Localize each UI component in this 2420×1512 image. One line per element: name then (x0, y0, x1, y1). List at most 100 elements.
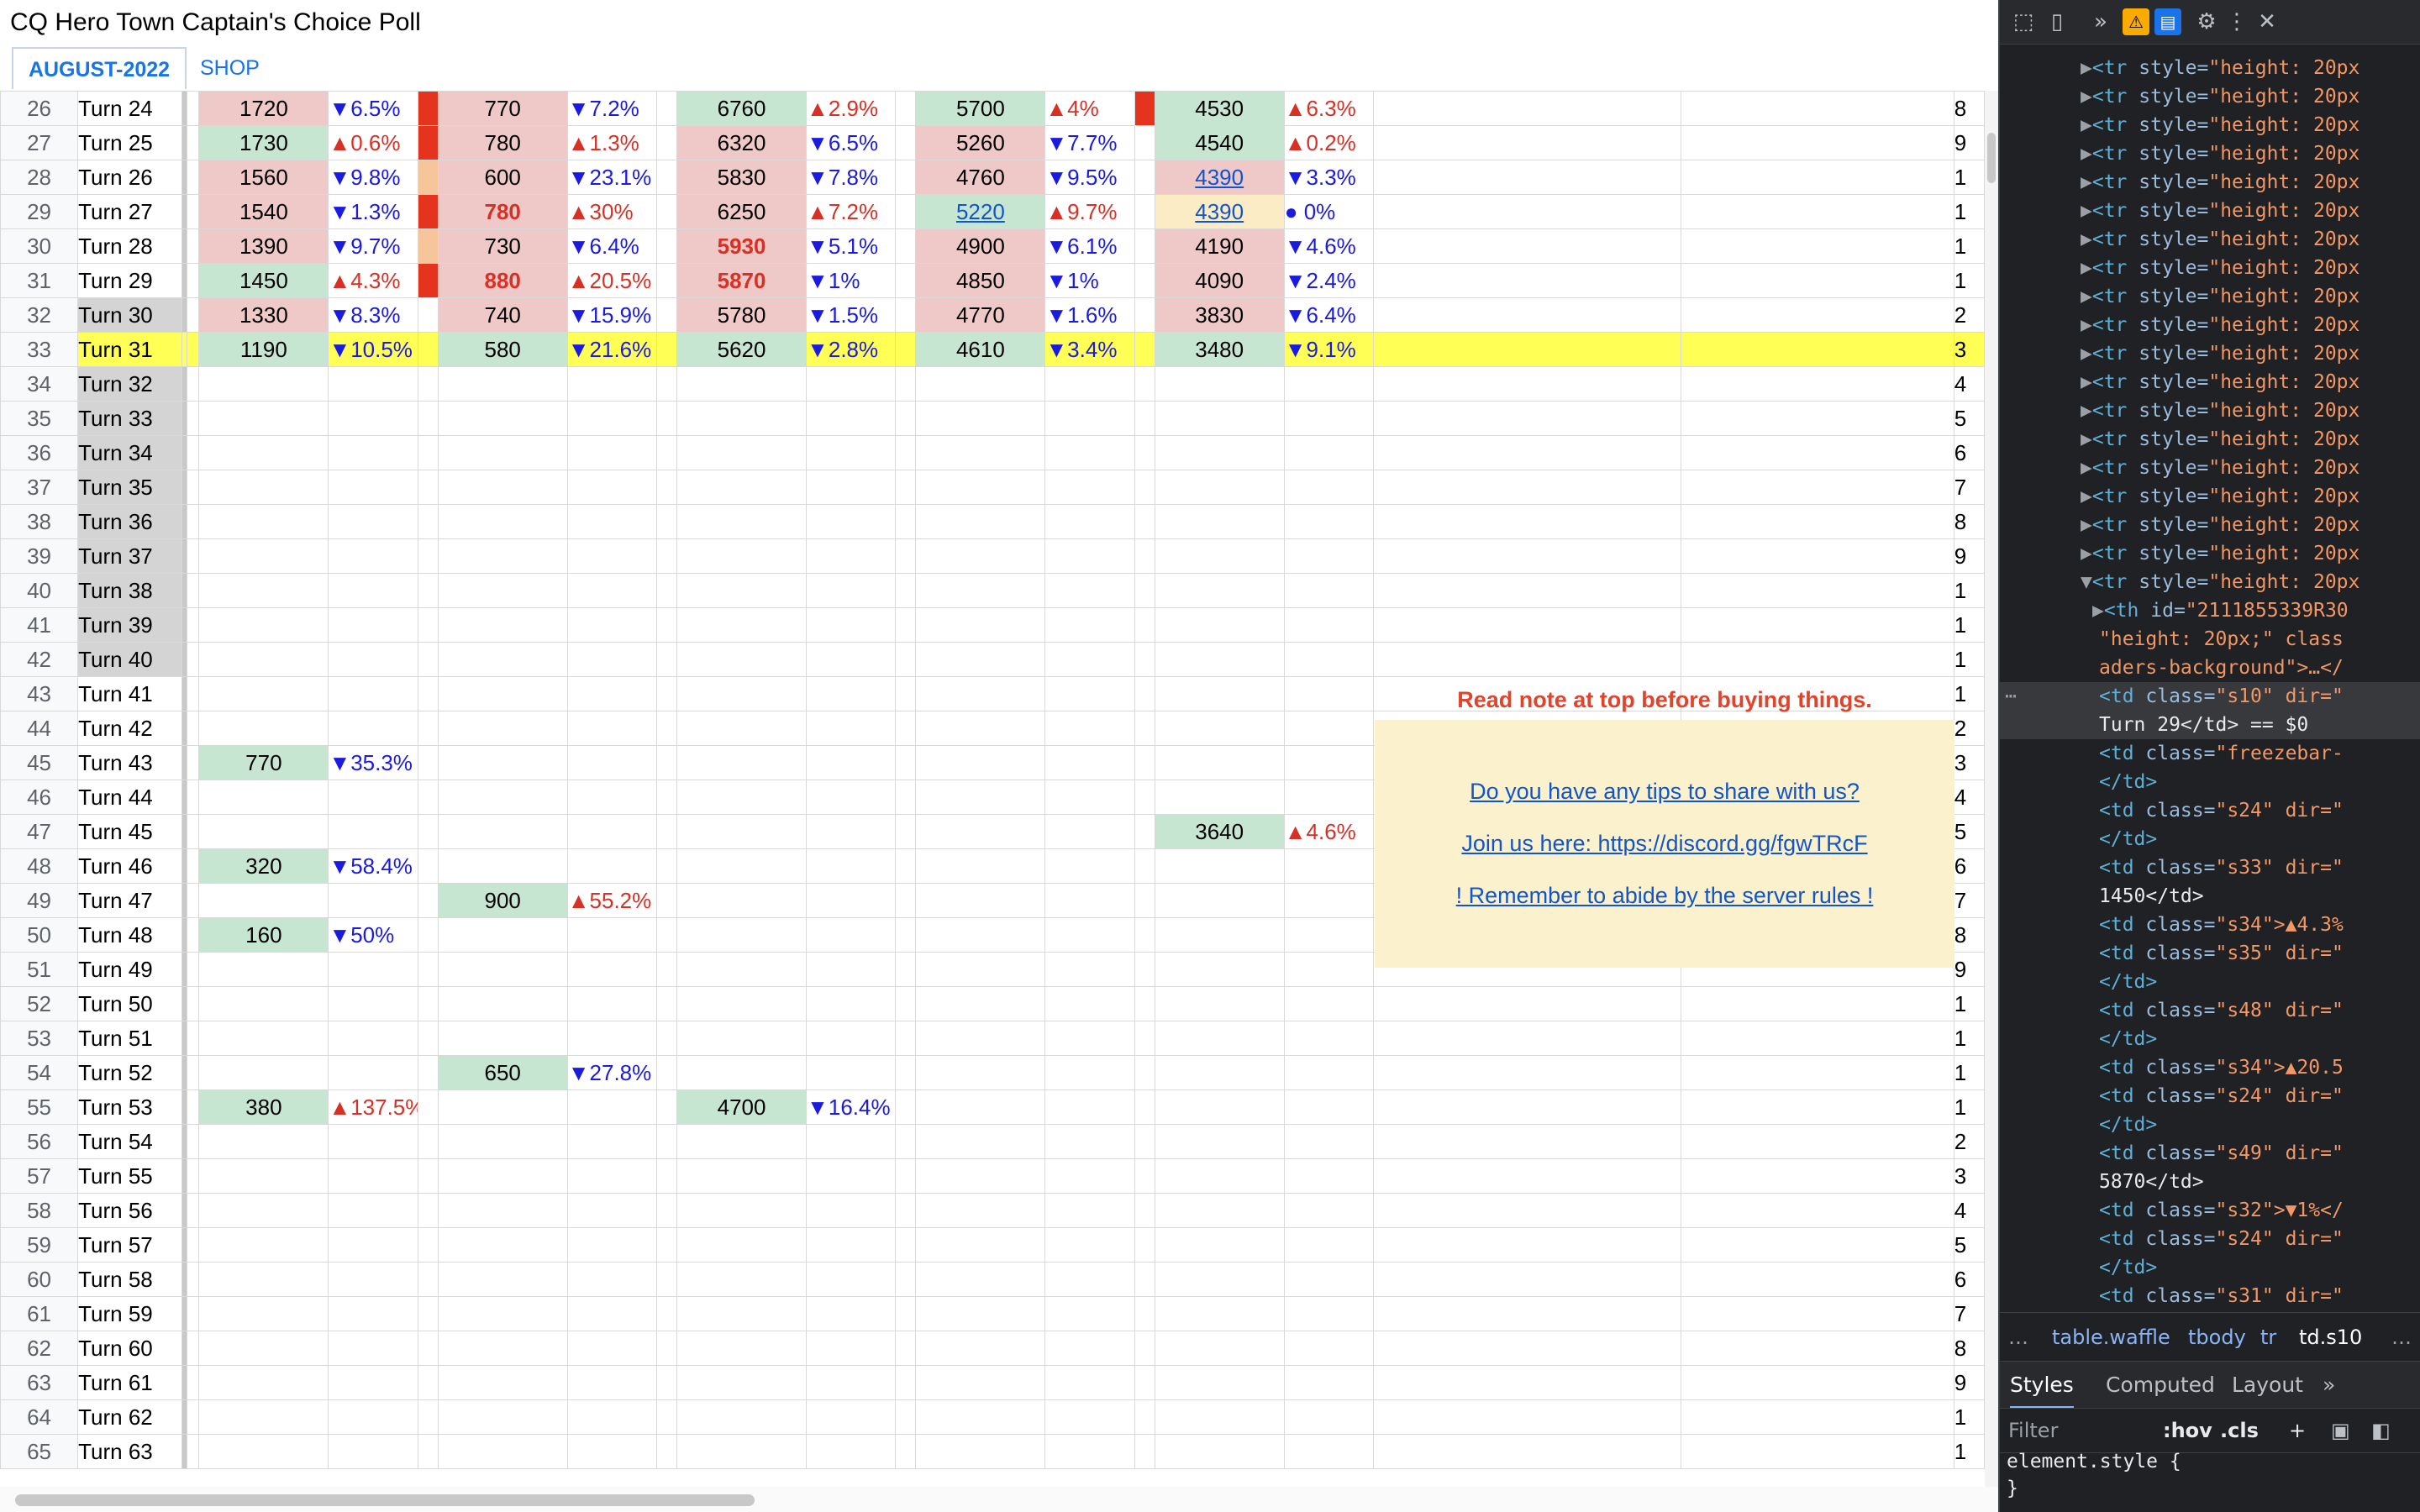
cell[interactable] (1372, 194, 1682, 229)
value-cell[interactable] (1154, 1193, 1285, 1228)
value-cell[interactable]: 780 (437, 194, 568, 229)
change-cell[interactable] (328, 952, 418, 987)
turn-cell[interactable]: Turn 25 (77, 125, 183, 160)
row-number[interactable]: 44 (0, 711, 79, 746)
turn-cell[interactable]: Turn 31 (77, 332, 183, 367)
tab-august-2022[interactable]: AUGUST-2022 (12, 47, 187, 89)
value-cell[interactable] (1154, 1089, 1285, 1125)
cell[interactable] (1372, 607, 1682, 643)
marker-cell[interactable] (417, 1021, 439, 1056)
marker-cell[interactable] (655, 538, 677, 574)
dom-node-line[interactable]: <td class="s33" dir=" (2000, 853, 2344, 882)
value-cell[interactable] (1154, 1021, 1285, 1056)
marker-cell[interactable] (417, 1124, 439, 1159)
truncated-cell[interactable]: 7 (1953, 470, 1985, 505)
cell[interactable] (1372, 1021, 1682, 1056)
row-number[interactable]: 35 (0, 401, 79, 436)
change-cell[interactable] (806, 504, 897, 539)
marker-cell[interactable] (895, 1089, 917, 1125)
turn-cell[interactable]: Turn 52 (77, 1055, 183, 1090)
value-cell[interactable] (1154, 435, 1285, 470)
change-cell[interactable] (806, 366, 897, 402)
marker-cell[interactable] (1134, 745, 1155, 780)
cell[interactable] (187, 642, 200, 677)
change-cell[interactable]: ▼4.6% (1283, 228, 1374, 264)
cell[interactable] (1681, 642, 1954, 677)
change-cell[interactable] (806, 1055, 897, 1090)
marker-cell[interactable] (655, 470, 677, 505)
change-cell[interactable] (1283, 1296, 1374, 1331)
marker-cell[interactable] (655, 917, 677, 953)
value-cell[interactable] (676, 435, 808, 470)
change-cell[interactable] (1283, 917, 1374, 953)
value-cell[interactable] (437, 573, 568, 608)
vertical-scroll-thumb[interactable] (1987, 133, 1996, 183)
cell[interactable] (1372, 125, 1682, 160)
change-cell[interactable] (1283, 1434, 1374, 1469)
cell[interactable] (187, 435, 200, 470)
value-cell[interactable]: 4540 (1154, 125, 1285, 160)
change-cell[interactable]: ▲137.5% (328, 1089, 418, 1125)
value-cell[interactable] (676, 917, 808, 953)
marker-cell[interactable] (895, 332, 917, 367)
change-cell[interactable] (1044, 1331, 1135, 1366)
marker-cell[interactable] (417, 332, 439, 367)
change-cell[interactable] (806, 917, 897, 953)
marker-cell[interactable] (1134, 573, 1155, 608)
change-cell[interactable] (566, 1365, 657, 1400)
marker-cell[interactable] (1134, 1055, 1155, 1090)
value-cell[interactable] (1154, 780, 1285, 815)
cell[interactable] (1372, 366, 1682, 402)
turn-cell[interactable]: Turn 42 (77, 711, 183, 746)
value-cell[interactable] (915, 1193, 1046, 1228)
change-cell[interactable]: ▼7.7% (1044, 125, 1135, 160)
value-cell[interactable] (198, 1331, 329, 1366)
marker-cell[interactable] (1134, 1089, 1155, 1125)
value-cell[interactable] (437, 814, 568, 849)
value-cell[interactable] (915, 1158, 1046, 1194)
row-number[interactable]: 50 (0, 917, 79, 953)
cell[interactable] (187, 780, 200, 815)
truncated-cell[interactable]: 1 (1953, 986, 1985, 1021)
value-cell[interactable] (198, 538, 329, 574)
marker-cell[interactable] (1134, 1399, 1155, 1435)
device-toolbar-icon[interactable]: ▯ (2044, 8, 2070, 35)
turn-cell[interactable]: Turn 60 (77, 1331, 183, 1366)
value-cell[interactable] (915, 848, 1046, 884)
change-cell[interactable] (328, 1021, 418, 1056)
change-cell[interactable] (1283, 401, 1374, 436)
value-cell[interactable] (1154, 676, 1285, 711)
row-number[interactable]: 27 (0, 125, 79, 160)
value-cell[interactable] (1154, 642, 1285, 677)
change-cell[interactable] (328, 538, 418, 574)
truncated-cell[interactable]: 1 (1953, 160, 1985, 195)
row-number[interactable]: 43 (0, 676, 79, 711)
change-cell[interactable]: ▲0.6% (328, 125, 418, 160)
cell[interactable] (1681, 1434, 1954, 1469)
change-cell[interactable] (1283, 986, 1374, 1021)
change-cell[interactable] (328, 435, 418, 470)
change-cell[interactable]: ▼7.2% (566, 91, 657, 126)
value-cell[interactable] (676, 366, 808, 402)
change-cell[interactable] (1283, 1021, 1374, 1056)
value-cell[interactable] (1154, 401, 1285, 436)
value-cell[interactable] (676, 780, 808, 815)
change-cell[interactable] (806, 573, 897, 608)
marker-cell[interactable] (417, 435, 439, 470)
change-cell[interactable] (806, 538, 897, 574)
change-cell[interactable]: ▲4.3% (328, 263, 418, 298)
value-cell[interactable] (1154, 1296, 1285, 1331)
value-cell[interactable] (915, 1434, 1046, 1469)
cell[interactable] (1372, 1434, 1682, 1469)
value-cell[interactable] (676, 1227, 808, 1263)
row-number[interactable]: 32 (0, 297, 79, 333)
value-cell[interactable]: 3480 (1154, 332, 1285, 367)
change-cell[interactable] (1283, 745, 1374, 780)
cell[interactable] (187, 711, 200, 746)
marker-cell[interactable] (655, 1227, 677, 1263)
truncated-cell[interactable]: 8 (1953, 917, 1985, 953)
change-cell[interactable] (566, 470, 657, 505)
change-cell[interactable] (566, 1124, 657, 1159)
turn-cell[interactable]: Turn 40 (77, 642, 183, 677)
value-cell[interactable] (1154, 1055, 1285, 1090)
